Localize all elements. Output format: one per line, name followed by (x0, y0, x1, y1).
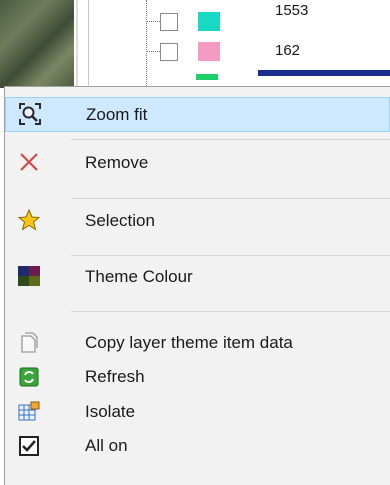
menu-separator (71, 198, 390, 199)
tree-colour-swatch (198, 12, 220, 31)
menu-item-selection[interactable]: Selection (5, 203, 390, 238)
menu-separator (71, 311, 390, 312)
menu-item-label: Selection (85, 211, 155, 230)
context-menu: Zoom fit Remove Selection Theme Colour C… (4, 86, 390, 485)
tree-divider (76, 0, 78, 88)
menu-item-refresh[interactable]: Refresh (5, 361, 390, 396)
isolate-grid-icon (18, 401, 40, 421)
menu-separator (71, 139, 390, 140)
checkbox-checked-icon (19, 436, 39, 456)
theme-colour-icon (18, 266, 40, 286)
tree-row[interactable]: 1553 (100, 2, 390, 34)
tree-colour-swatch (198, 42, 220, 61)
menu-item-remove[interactable]: Remove (5, 145, 390, 180)
map-thumbnail (0, 0, 74, 88)
zoom-fit-icon (19, 103, 41, 125)
tree-row-label: 1553 (275, 2, 309, 19)
menu-item-label: Isolate (85, 402, 136, 421)
star-icon (17, 208, 41, 231)
tree-row[interactable]: 162 (100, 40, 390, 64)
menu-item-label: Theme Colour (85, 267, 193, 286)
menu-item-copy-layer-theme-item-data[interactable]: Copy layer theme item data (5, 327, 390, 362)
tree-checkbox[interactable] (160, 43, 178, 61)
menu-item-zoom-fit[interactable]: Zoom fit (5, 97, 390, 132)
tree-connector (146, 21, 160, 22)
menu-item-label: Remove (85, 153, 149, 172)
remove-x-icon (20, 153, 38, 171)
menu-item-theme-colour[interactable]: Theme Colour (5, 259, 390, 294)
refresh-icon (19, 367, 39, 387)
tree-row-label: 162 (275, 42, 301, 59)
menu-item-isolate[interactable]: Isolate (5, 395, 390, 430)
menu-item-all-on[interactable]: All on (5, 429, 390, 464)
tree-colour-swatch-partial (196, 74, 218, 80)
menu-item-label: Refresh (85, 367, 145, 386)
menu-item-label: Copy layer theme item data (85, 333, 293, 352)
tree-checkbox[interactable] (160, 13, 178, 31)
layer-tree-background: 1553 162 (0, 0, 390, 88)
menu-item-label: Zoom fit (86, 105, 148, 124)
tree-divider-inner (88, 0, 89, 88)
tree-selection-bar (258, 70, 390, 76)
menu-separator (71, 255, 390, 256)
copy-icon (21, 332, 38, 353)
menu-item-label: All on (85, 436, 128, 455)
tree-connector (146, 51, 160, 52)
